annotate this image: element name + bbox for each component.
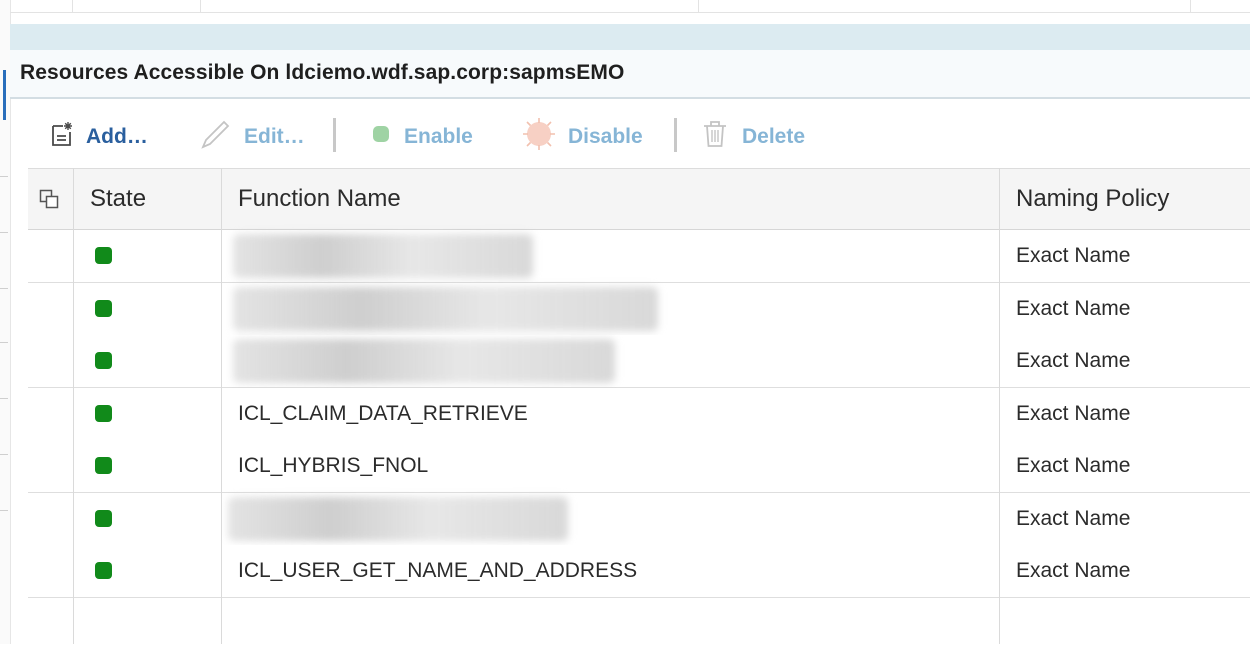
add-label: Add… bbox=[86, 125, 148, 148]
enable-button[interactable]: Enable bbox=[370, 122, 473, 152]
naming-policy-cell: Exact Name bbox=[1016, 559, 1131, 582]
column-header-naming-policy[interactable]: Naming Policy bbox=[1016, 169, 1169, 229]
resources-table: State Function Name Naming Policy Exact … bbox=[28, 168, 1250, 650]
redacted-function-name bbox=[233, 286, 658, 331]
disable-label: Disable bbox=[568, 125, 643, 148]
naming-policy-cell: Exact Name bbox=[1016, 244, 1131, 267]
naming-policy-cell: Exact Name bbox=[1016, 454, 1131, 477]
table-header: State Function Name Naming Policy bbox=[28, 168, 1250, 231]
add-document-icon bbox=[50, 121, 74, 153]
edge-tick bbox=[0, 510, 8, 511]
delete-button[interactable]: Delete bbox=[700, 119, 806, 155]
table-row[interactable]: ICL_USER_GET_NAME_AND_ADDRESS Exact Name bbox=[28, 545, 1250, 598]
toolbar-separator bbox=[333, 118, 336, 152]
state-enabled-icon bbox=[95, 404, 112, 422]
edge-tick bbox=[0, 176, 8, 177]
enable-dot-icon bbox=[370, 123, 392, 151]
state-enabled-icon bbox=[95, 247, 112, 264]
select-all-icon[interactable] bbox=[38, 169, 62, 229]
state-enabled-icon bbox=[95, 352, 112, 369]
redacted-function-name bbox=[233, 234, 533, 278]
table-row[interactable]: Exact Name bbox=[28, 282, 1250, 336]
disable-dot-icon bbox=[522, 117, 556, 157]
table-row[interactable]: ICL_CLAIM_DATA_RETRIEVE Exact Name bbox=[28, 387, 1250, 441]
function-name-cell: ICL_CLAIM_DATA_RETRIEVE bbox=[238, 401, 528, 425]
naming-policy-cell: Exact Name bbox=[1016, 296, 1131, 320]
function-name-cell: ICL_USER_GET_NAME_AND_ADDRESS bbox=[238, 559, 638, 582]
table-row[interactable]: Exact Name bbox=[28, 335, 1250, 388]
add-button[interactable]: Add… bbox=[50, 122, 148, 152]
edge-tick bbox=[0, 454, 8, 455]
naming-policy-cell: Exact Name bbox=[1016, 349, 1131, 372]
table-row[interactable]: Exact Name bbox=[28, 230, 1250, 283]
table-row[interactable]: Exact Name bbox=[28, 492, 1250, 546]
toolbar: Add… Edit… Enable Disable Delete bbox=[10, 100, 1250, 168]
state-enabled-icon bbox=[95, 299, 112, 317]
edit-label: Edit… bbox=[244, 125, 305, 148]
function-name-cell: ICL_HYBRIS_FNOL bbox=[238, 454, 429, 477]
redacted-function-name bbox=[233, 339, 615, 383]
state-enabled-icon bbox=[95, 509, 112, 527]
toolbar-separator bbox=[674, 118, 677, 152]
edge-tick bbox=[0, 398, 8, 399]
state-enabled-icon bbox=[95, 457, 112, 474]
edge-tick bbox=[0, 288, 8, 289]
pencil-icon bbox=[200, 119, 232, 155]
edit-button[interactable]: Edit… bbox=[200, 119, 305, 155]
column-header-state[interactable]: State bbox=[90, 169, 146, 229]
edge-accent bbox=[3, 70, 6, 120]
column-header-function-name[interactable]: Function Name bbox=[238, 169, 401, 229]
state-enabled-icon bbox=[95, 562, 112, 579]
section-band bbox=[10, 24, 1250, 50]
empty-row bbox=[28, 597, 1250, 650]
edge-tick bbox=[0, 342, 8, 343]
panel-title: Resources Accessible On ldciemo.wdf.sap.… bbox=[20, 61, 625, 84]
disable-button[interactable]: Disable bbox=[522, 118, 643, 152]
trash-icon bbox=[700, 119, 730, 155]
panel-header: Resources Accessible On ldciemo.wdf.sap.… bbox=[10, 50, 1250, 99]
redacted-function-name bbox=[228, 496, 568, 541]
delete-label: Delete bbox=[742, 125, 806, 148]
naming-policy-cell: Exact Name bbox=[1016, 506, 1131, 530]
edge-tick bbox=[0, 232, 8, 233]
previous-table-row bbox=[10, 0, 1250, 13]
enable-label: Enable bbox=[404, 125, 473, 148]
naming-policy-cell: Exact Name bbox=[1016, 401, 1131, 425]
table-row[interactable]: ICL_HYBRIS_FNOL Exact Name bbox=[28, 440, 1250, 493]
